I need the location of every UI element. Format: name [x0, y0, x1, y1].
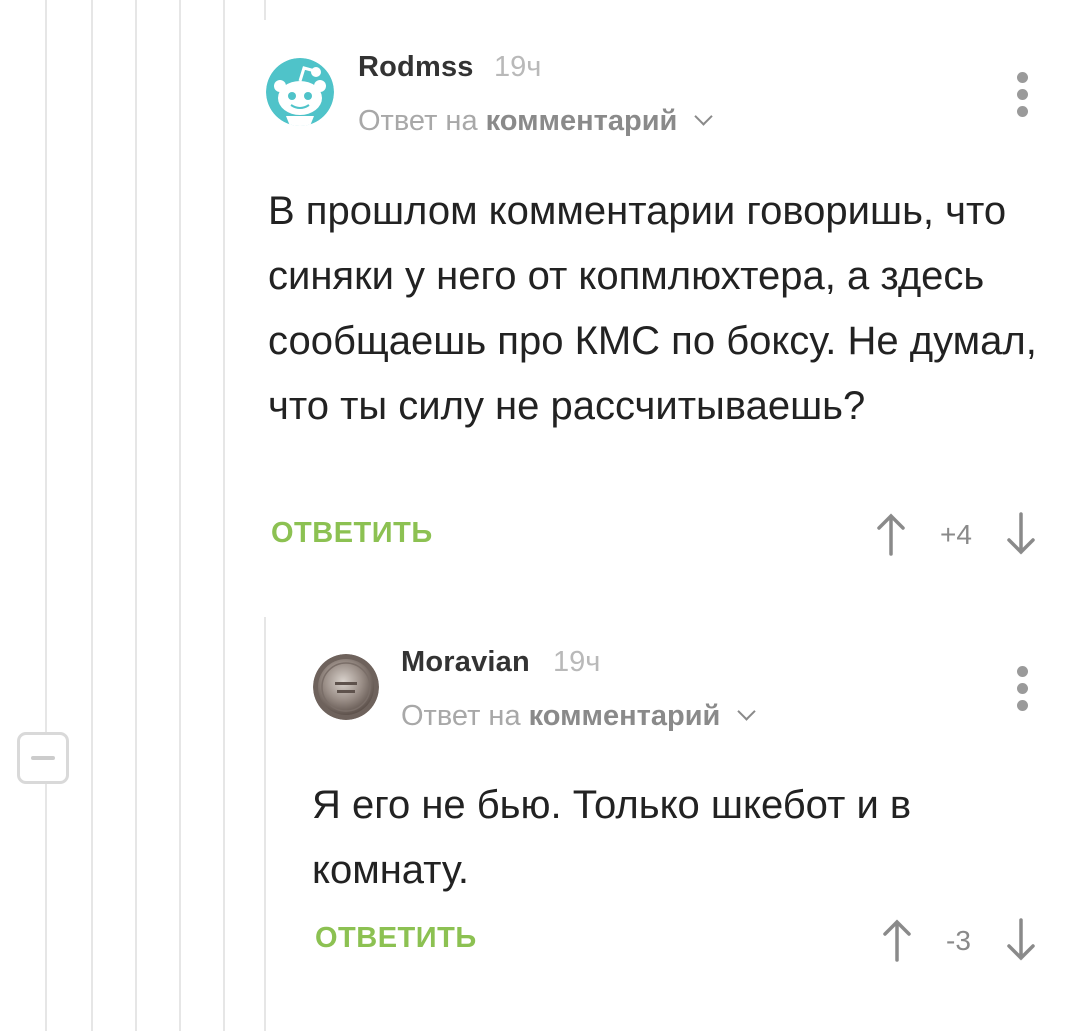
- reddit-alien-avatar[interactable]: [266, 58, 334, 126]
- reply-to-line: Ответ на комментарий: [358, 105, 714, 138]
- comment-score: +4: [940, 519, 972, 550]
- reply-to-line: Ответ на комментарий: [401, 700, 757, 733]
- thread-line-2: [91, 0, 93, 1031]
- comment-username[interactable]: Rodmss: [358, 51, 474, 84]
- thread-line-3: [135, 0, 137, 1031]
- comment-score: -3: [946, 925, 971, 956]
- reply-to-prefix: Ответ на: [358, 105, 478, 137]
- collapse-thread-button[interactable]: [17, 732, 69, 784]
- reply-button[interactable]: ОТВЕТИТЬ: [271, 517, 433, 550]
- thread-line-6: [264, 0, 266, 20]
- arrow-down-icon[interactable]: [1004, 512, 1038, 556]
- thread-line-7: [264, 617, 266, 1031]
- coin-avatar-image: [313, 654, 379, 720]
- arrow-up-icon[interactable]: [874, 512, 908, 556]
- minus-icon: [31, 756, 55, 760]
- comment-time: 19ч: [553, 646, 601, 678]
- coin-avatar[interactable]: [313, 654, 379, 720]
- arrow-down-icon[interactable]: [1004, 918, 1038, 962]
- comment-body: В прошлом комментарии говоришь, что синя…: [268, 189, 1037, 428]
- thread-line-4: [179, 0, 181, 1031]
- more-vertical-icon[interactable]: [1008, 666, 1038, 716]
- thread-line-5: [223, 0, 225, 1031]
- chevron-down-icon[interactable]: [694, 107, 714, 126]
- reply-button[interactable]: ОТВЕТИТЬ: [315, 922, 477, 955]
- comment-body: Я его не бью. Только шкебот и в комнату.: [312, 783, 912, 892]
- reply-to-link[interactable]: комментарий: [486, 105, 678, 137]
- arrow-up-icon[interactable]: [880, 918, 914, 962]
- thread-line-1: [45, 0, 47, 1031]
- more-vertical-icon[interactable]: [1008, 72, 1038, 122]
- reddit-alien-avatar-image: [266, 58, 334, 126]
- comment-username[interactable]: Moravian: [401, 646, 530, 679]
- reply-to-link[interactable]: комментарий: [529, 700, 721, 732]
- reply-to-prefix: Ответ на: [401, 700, 521, 732]
- comment-time: 19ч: [494, 51, 542, 83]
- chevron-down-icon[interactable]: [737, 702, 757, 721]
